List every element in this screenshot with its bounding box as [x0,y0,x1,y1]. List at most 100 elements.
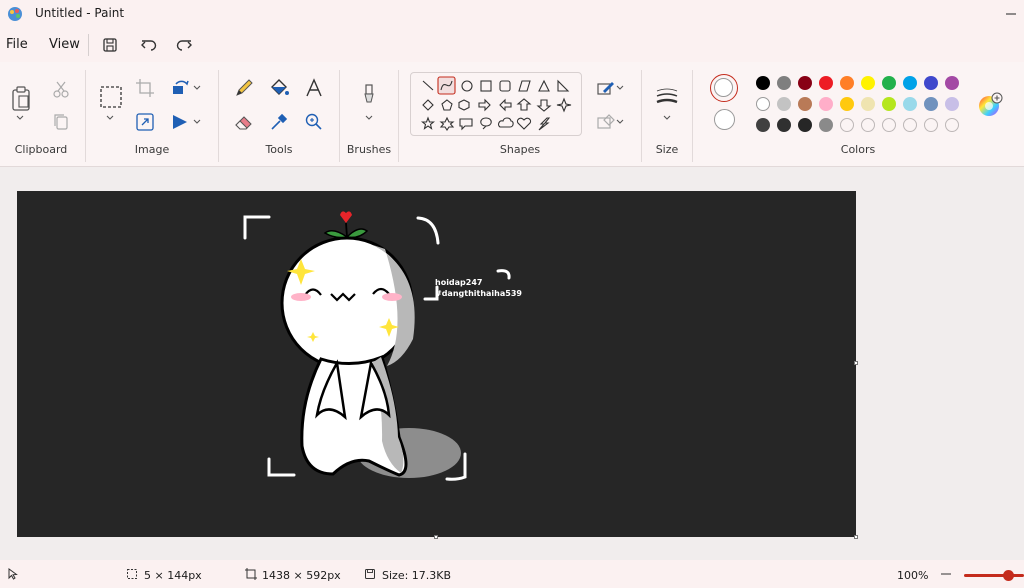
color-picker-icon[interactable] [267,110,291,134]
color-swatch[interactable] [819,76,833,90]
canvas-watermark: hoidap247 #dangthithaiha539 [435,277,522,299]
image-group-label: Image [134,143,170,156]
outline-chevron-down-icon[interactable] [614,82,626,94]
rounded-rectangle-shape-icon [499,80,511,92]
zoom-slider-thumb[interactable] [1003,570,1014,581]
select-rectangle-icon[interactable] [98,84,124,110]
line-shape-icon [422,80,434,91]
paste-chevron-down-icon[interactable] [13,112,27,124]
color-swatch[interactable] [777,118,791,132]
copy-icon[interactable] [49,110,73,134]
hexagon-shape-icon [458,99,470,111]
redo-icon[interactable] [173,34,195,56]
shapes-grid [420,76,572,131]
color-swatch[interactable] [756,76,770,90]
resize-icon[interactable] [133,110,157,134]
color-swatch[interactable] [882,97,896,111]
color-swatch[interactable] [840,76,854,90]
color-swatch[interactable] [819,118,833,132]
color-swatch[interactable] [945,76,959,90]
color-swatch[interactable] [861,76,875,90]
color-swatch[interactable] [840,97,854,111]
custom-color-slot[interactable] [861,118,875,132]
right-triangle-shape-icon [557,79,570,92]
flip-chevron-down-icon[interactable] [190,116,204,128]
paste-icon[interactable] [8,84,34,114]
clipboard-group-label: Clipboard [14,143,68,156]
shapes-group-label: Shapes [499,143,541,156]
secondary-color-swatch[interactable] [714,109,735,130]
select-chevron-down-icon[interactable] [103,112,117,124]
oval-shape-icon [461,80,473,92]
resize-handle-corner[interactable] [854,535,858,539]
custom-color-slot[interactable] [882,118,896,132]
pentagon-shape-icon [441,99,453,111]
zoom-out-icon[interactable] [940,568,952,580]
color-swatch[interactable] [777,76,791,90]
polygon-shape-icon [518,80,531,92]
minimize-icon[interactable] [1004,4,1018,20]
edit-colors-icon[interactable] [977,92,1003,118]
color-swatch[interactable] [945,97,959,111]
rotate-chevron-down-icon[interactable] [190,82,204,94]
heart-shape-icon [516,117,532,130]
custom-color-slot[interactable] [903,118,917,132]
selection-size-icon [127,569,137,579]
resize-handle-bottom[interactable] [434,535,438,539]
file-size-icon [365,569,375,579]
file-menu[interactable]: File [6,37,28,52]
color-swatch[interactable] [882,76,896,90]
color-swatch[interactable] [903,97,917,111]
primary-color-selector[interactable] [710,74,738,102]
color-swatch[interactable] [861,97,875,111]
color-swatch[interactable] [819,97,833,111]
watermark-line-1: hoidap247 [435,278,483,287]
custom-color-slot[interactable] [945,118,959,132]
canvas-area: hoidap247 #dangthithaiha539 [0,167,1024,560]
cursor-pointer-icon [8,568,18,580]
color-swatch[interactable] [798,76,812,90]
fill-chevron-down-icon[interactable] [614,116,626,128]
cut-icon[interactable] [49,78,73,102]
watermark-line-2: #dangthithaiha539 [435,289,522,298]
text-icon[interactable] [302,76,326,100]
view-menu[interactable]: View [49,37,80,52]
undo-icon[interactable] [138,34,160,56]
rectangle-shape-icon [480,80,492,92]
cloud-callout-shape-icon [498,117,514,128]
resize-handle-right[interactable] [854,361,858,365]
canvas-artwork [243,211,511,481]
triangle-shape-icon [538,79,550,92]
rotate-icon[interactable] [168,76,192,100]
flip-icon[interactable] [168,110,192,134]
size-chevron-down-icon[interactable] [660,112,674,124]
ribbon: Clipboard Image Tools Brushes Shapes Siz… [0,62,1024,167]
brush-icon[interactable] [357,82,381,106]
paint-app-icon [8,7,22,21]
magnifier-icon[interactable] [302,110,326,134]
custom-color-slot[interactable] [840,118,854,132]
color-swatch[interactable] [924,76,938,90]
window-title: Untitled - Paint [35,6,125,20]
fill-bucket-icon[interactable] [267,76,291,100]
drawing-canvas[interactable]: hoidap247 #dangthithaiha539 [17,191,856,537]
file-size-text: Size: 17.3KB [382,569,452,582]
custom-color-slot[interactable] [924,118,938,132]
eraser-icon[interactable] [232,110,256,134]
zoom-slider-track[interactable] [964,574,1024,577]
shapes-gallery [410,72,582,136]
color-swatch[interactable] [756,97,770,111]
diamond-shape-icon [422,99,434,111]
crop-icon[interactable] [133,76,157,100]
brush-chevron-down-icon[interactable] [362,112,376,124]
color-swatch[interactable] [777,97,791,111]
color-swatch[interactable] [798,118,812,132]
color-swatch[interactable] [924,97,938,111]
status-bar: 5 × 144px 1438 × 592px Size: 17.3KB 100% [0,560,1024,588]
pencil-icon[interactable] [232,76,256,100]
color-swatch[interactable] [903,76,917,90]
color-swatch[interactable] [756,118,770,132]
color-swatch[interactable] [798,97,812,111]
save-icon[interactable] [99,34,121,56]
stroke-size-icon[interactable] [655,84,679,108]
